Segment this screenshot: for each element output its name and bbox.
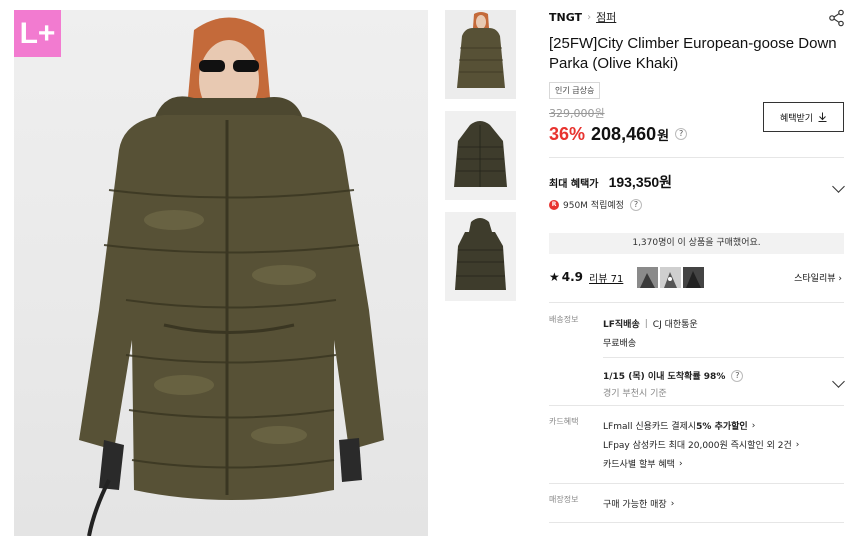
points-help-icon[interactable]: ? <box>629 198 642 211</box>
breadcrumb: TNGT › 점퍼 <box>549 9 846 25</box>
courier-name: CJ 대한통운 <box>652 320 698 330</box>
store-link-text: 구매 가능한 매장 <box>603 500 667 510</box>
rating-value: 4.9 <box>561 270 584 284</box>
main-product-image: L+ <box>14 10 428 536</box>
chevron-right-icon: › <box>795 439 800 450</box>
download-icon <box>818 112 827 122</box>
arrival-help-icon[interactable]: ? <box>731 369 744 382</box>
points-text: 950M 적립예정 <box>563 201 624 211</box>
divider <box>549 157 844 158</box>
arrival-origin: 경기 부천시 기준 <box>603 388 667 399</box>
card-benefit-highlight: 5% 추가할인 <box>696 422 748 432</box>
category-link[interactable]: 점퍼 <box>596 9 616 25</box>
arrival-estimate: 1/15 (목) 이내 도착확률 98% <box>603 372 726 382</box>
max-benefit-label: 최대 혜택가 <box>549 179 599 190</box>
review-row: ★ 4.9 리뷰 71 스타일리뷰 › <box>549 266 844 288</box>
review-count-link[interactable]: 리뷰 71 <box>589 270 623 285</box>
review-photo-2[interactable] <box>660 266 682 288</box>
star-icon: ★ <box>549 270 560 284</box>
style-review-link[interactable]: 스타일리뷰 › <box>794 271 842 284</box>
max-benefit-section: 최대 혜택가 193,350원 R 950M 적립예정 ? <box>549 172 844 211</box>
card-benefit-item[interactable]: 카드사별 할부 혜택 › <box>603 454 843 473</box>
shipping-method: LF직배송 <box>603 320 640 330</box>
review-photo-3[interactable] <box>683 266 705 288</box>
discount-rate: 36% <box>549 123 586 144</box>
store-label: 매장정보 <box>549 495 579 504</box>
buyers-notice: 1,370명이 이 상품을 구매했어요. <box>549 233 844 254</box>
price-help-icon[interactable]: ? <box>675 128 688 140</box>
thumbnail-3[interactable] <box>445 212 516 301</box>
brand-link[interactable]: TNGT <box>549 11 582 24</box>
point-icon: R <box>549 199 559 210</box>
divider <box>549 483 844 484</box>
trending-badge: 인기 급상승 <box>549 82 601 99</box>
card-benefit-item[interactable]: LFpay 삼성카드 최대 20,000원 즉시할인 외 2건 › <box>603 435 843 454</box>
shipping-label: 배송정보 <box>549 315 579 324</box>
divider <box>549 522 844 523</box>
sale-price: 208,460 <box>591 123 657 144</box>
card-benefit-text: LFpay 삼성카드 최대 20,000원 즉시할인 외 2건 <box>603 441 792 451</box>
chevron-right-icon: › <box>678 458 683 469</box>
product-title: [25FW]City Climber European-goose Down P… <box>549 35 837 72</box>
divider <box>603 357 844 358</box>
divider <box>549 302 844 303</box>
get-benefit-button[interactable]: 혜택받기 <box>763 102 844 132</box>
chevron-right-icon: › <box>751 420 756 431</box>
thumbnail-2[interactable] <box>445 111 516 200</box>
chevron-right-icon: › <box>670 498 675 509</box>
model-illustration <box>79 17 384 536</box>
card-benefit-text: 카드사별 할부 혜택 <box>603 460 675 470</box>
store-link[interactable]: 구매 가능한 매장 › <box>603 494 843 513</box>
breadcrumb-separator: › <box>587 11 592 23</box>
shipping-divider: | <box>644 318 648 329</box>
review-photo-1[interactable] <box>637 266 659 288</box>
card-benefit-label: 카드혜택 <box>549 417 579 426</box>
get-benefit-label: 혜택받기 <box>779 113 814 124</box>
share-icon[interactable] <box>828 9 846 27</box>
lplus-badge: L+ <box>14 10 61 57</box>
max-benefit-amount: 193,350원 <box>608 174 673 190</box>
card-benefit-text: LFmall 신용카드 결제시 <box>603 422 697 432</box>
thumbnail-1[interactable] <box>445 10 516 99</box>
divider <box>549 405 844 406</box>
shipping-fee: 무료배송 <box>603 339 637 349</box>
card-benefit-item[interactable]: LFmall 신용카드 결제시 5% 추가할인 › <box>603 416 843 435</box>
thumbnail-list <box>445 10 516 313</box>
currency-label: 원 <box>657 128 670 144</box>
